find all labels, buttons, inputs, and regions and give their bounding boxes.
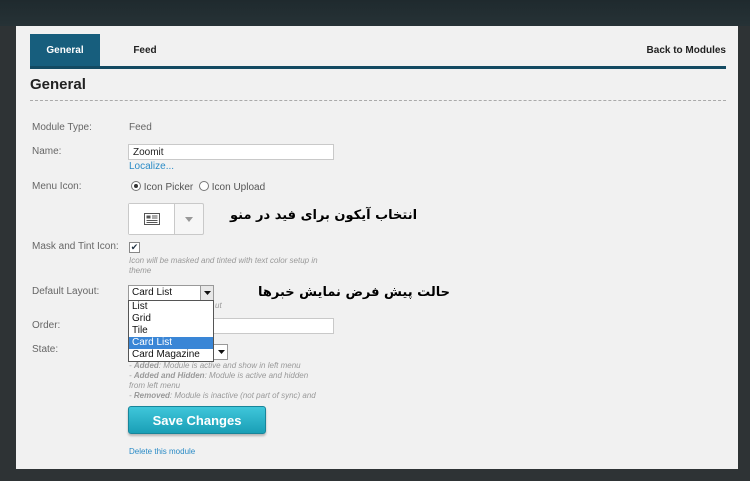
state-hint-removed: - Removed: Module is inactive (not part … <box>129 391 316 400</box>
chevron-down-icon[interactable] <box>175 204 203 234</box>
mask-tint-label: Mask and Tint Icon: <box>32 241 119 252</box>
name-input[interactable] <box>128 144 334 160</box>
state-hint-added-hidden-line2: from left menu <box>129 381 181 390</box>
tab-bar: General Feed Back to Modules <box>30 34 726 69</box>
icon-annotation: انتخاب آیکون برای فید در منو <box>230 208 418 223</box>
state-arrow-icon[interactable] <box>215 345 227 359</box>
layout-option-list[interactable]: List <box>129 301 213 313</box>
layout-option-card-list[interactable]: Card List <box>129 337 213 349</box>
state-label: State: <box>32 344 59 355</box>
order-label: Order: <box>32 320 61 331</box>
delete-module-link[interactable]: Delete this module <box>129 447 195 456</box>
layout-option-tile[interactable]: Tile <box>129 325 213 337</box>
default-layout-value: Card List <box>132 287 173 298</box>
page-title: General <box>30 76 86 93</box>
default-layout-label: Default Layout: <box>32 286 100 297</box>
icon-upload-label: Icon Upload <box>211 182 266 193</box>
default-layout-options: List Grid Tile Card List Card Magazine <box>128 300 214 362</box>
removed-text: : Module is inactive (not part of sync) … <box>169 391 316 400</box>
newspaper-icon <box>129 204 175 234</box>
icon-picker-radio-option[interactable]: Icon Picker <box>131 181 193 193</box>
save-changes-button[interactable]: Save Changes <box>128 406 266 434</box>
back-to-modules-link[interactable]: Back to Modules <box>647 34 726 66</box>
title-divider <box>30 100 726 101</box>
menu-icon-label: Menu Icon: <box>32 181 82 192</box>
added-hidden-term: Added and Hidden <box>133 371 205 380</box>
added-term: Added <box>133 361 159 370</box>
select-arrow-icon[interactable] <box>200 286 213 300</box>
window-top-band <box>0 0 750 26</box>
icon-upload-radio-option[interactable]: Icon Upload <box>199 181 265 193</box>
added-text: : Module is active and show in left menu <box>158 361 301 370</box>
module-type-value: Feed <box>129 122 152 133</box>
mask-tint-checkbox[interactable]: ✔ <box>129 242 140 253</box>
layout-option-grid[interactable]: Grid <box>129 313 213 325</box>
tab-general[interactable]: General <box>30 34 100 66</box>
mask-tint-hint: Icon will be masked and tinted with text… <box>129 256 318 275</box>
module-type-label: Module Type: <box>32 122 92 133</box>
layout-hint-fragment: ut <box>215 301 222 310</box>
state-hints: - Added: Module is active and show in le… <box>129 361 339 401</box>
name-label: Name: <box>32 146 62 157</box>
default-layout-select[interactable]: Card List <box>128 285 214 301</box>
icon-picker-label: Icon Picker <box>143 182 194 193</box>
icon-upload-radio[interactable] <box>199 181 209 191</box>
state-hint-added: - Added: Module is active and show in le… <box>129 361 301 370</box>
icon-picker-dropdown[interactable] <box>128 203 204 235</box>
localize-link[interactable]: Localize... <box>129 161 174 172</box>
layout-annotation: حالت پیش فرض نمایش خبرها <box>258 285 451 300</box>
module-settings-panel: General Feed Back to Modules General Mod… <box>16 26 738 469</box>
layout-option-card-magazine[interactable]: Card Magazine <box>129 349 213 361</box>
icon-picker-radio[interactable] <box>131 181 141 191</box>
removed-term: Removed <box>133 391 170 400</box>
state-hint-added-hidden: - Added and Hidden: Module is active and… <box>129 371 309 380</box>
tab-feed[interactable]: Feed <box>120 34 170 66</box>
added-hidden-text: : Module is active and hidden <box>204 371 309 380</box>
